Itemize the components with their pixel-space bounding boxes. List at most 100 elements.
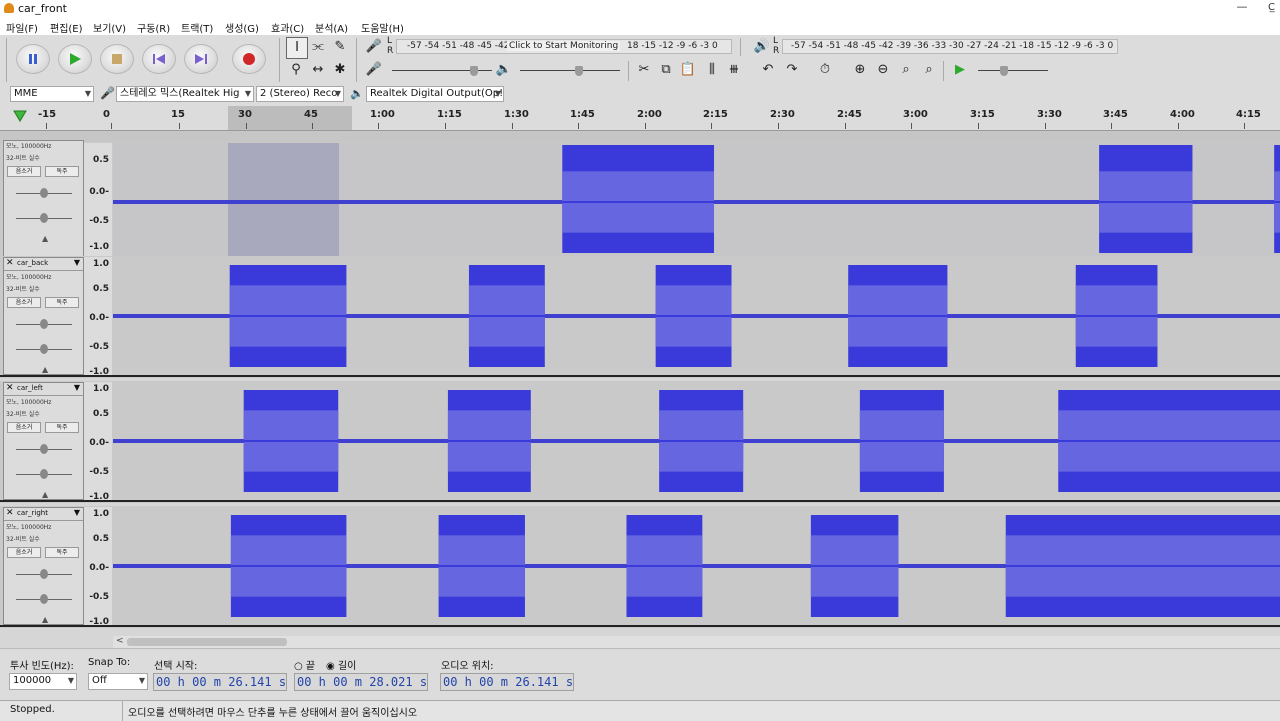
audio-host-select[interactable]: MME ▼ [10,86,94,102]
menu-edit[interactable]: 편집(E) [50,20,83,35]
track-name-button[interactable]: car_back [17,259,48,267]
vertical-scale[interactable]: 1.0 0.5 0.0- -0.5 -1.0 [84,382,112,502]
menu-effect[interactable]: 효과(C) [271,20,304,35]
waveform-area[interactable] [113,382,1280,500]
scroll-thumb[interactable] [127,638,287,646]
record-button[interactable] [232,44,266,74]
solo-button[interactable]: 독주 [45,422,79,433]
mute-button[interactable]: 음소거 [7,166,41,177]
fit-selection-button[interactable]: ⌕ [896,60,916,80]
solo-button[interactable]: 독주 [45,297,79,308]
paste-button[interactable]: 📋 [678,60,698,80]
menu-analyze[interactable]: 분석(A) [315,20,348,35]
skip-to-start-button[interactable] [142,44,176,74]
selection-length-field[interactable]: 00 h 00 m 28.021 s [294,673,428,691]
chevron-down-icon[interactable]: ▼ [74,258,80,267]
playback-meter[interactable]: -57 -54 -51 -48 -45 -42 -39 -36 -33 -30 … [782,39,1118,54]
menu-generate[interactable]: 생성(G) [225,20,259,35]
recording-channels-select[interactable]: 2 (Stereo) Reco ▼ [256,86,344,102]
multi-tool[interactable]: ✱ [330,60,350,80]
collapse-icon[interactable]: ▲ [42,490,48,499]
track-control-panel[interactable]: ✕ car_back ▼ 모노, 100000Hz 32-비트 실수 음소거 독… [3,257,84,375]
length-radio[interactable]: ◉ 길이 [326,657,356,672]
solo-button[interactable]: 독주 [45,547,79,558]
trim-button[interactable]: ⫼ [702,60,722,80]
copy-button[interactable]: ⧉ [656,60,676,80]
zoom-out-button[interactable]: ⊖ [873,60,893,80]
collapse-icon[interactable]: ▲ [42,615,48,624]
selection-tool[interactable]: I [286,37,308,59]
menu-help[interactable]: 도움말(H) [361,20,404,35]
minimize-button[interactable]: — [1234,0,1250,13]
waveform-area[interactable] [113,143,1280,261]
mute-button[interactable]: 음소거 [7,422,41,433]
cut-button[interactable]: ✂ [634,60,654,80]
scroll-left-icon[interactable]: < [116,636,124,646]
collapse-icon[interactable]: ▲ [42,365,48,374]
vertical-scale[interactable]: 1.0 0.5 0.0- -0.5 -1.0 [84,507,112,627]
pan-slider[interactable] [12,467,76,481]
pause-button[interactable] [16,44,50,74]
playback-device-select[interactable]: Realtek Digital Output(Op! ▼ [366,86,504,102]
mute-button[interactable]: 음소거 [7,547,41,558]
track-control-panel[interactable]: 모노, 100000Hz 32-비트 실수 음소거 독주 ▲ [3,140,84,258]
track-control-panel[interactable]: ✕ car_left ▼ 모노, 100000Hz 32-비트 실수 음소거 독… [3,382,84,500]
pan-slider[interactable] [12,211,76,225]
redo-button[interactable]: ↷ [782,60,802,80]
close-icon[interactable]: ✕ [6,508,14,518]
play-speed-slider[interactable] [978,65,1048,77]
play-button[interactable] [58,44,92,74]
project-rate-select[interactable]: 100000 ▼ [9,673,77,690]
draw-tool[interactable]: ✎ [330,37,350,57]
close-icon[interactable]: ✕ [6,383,14,393]
vertical-scale[interactable]: 1.0 0.5 0.0- -0.5 -1.0 [84,257,112,377]
stop-button[interactable] [100,44,134,74]
fit-project-button[interactable]: ⌕ [919,60,939,80]
track-control-panel[interactable]: ✕ car_right ▼ 모노, 100000Hz 32-비트 실수 음소거 … [3,507,84,625]
gain-slider[interactable] [12,317,76,331]
gain-slider[interactable] [12,567,76,581]
play-at-speed-button[interactable]: ▶ [950,60,970,80]
record-volume-slider[interactable] [392,65,492,77]
close-icon[interactable]: ✕ [6,258,14,268]
audio-position-field[interactable]: 00 h 00 m 26.141 s [440,673,574,691]
timeshift-tool[interactable]: ↔ [308,60,328,80]
silence-button[interactable]: ⧻ [724,60,744,80]
pan-slider[interactable] [12,592,76,606]
skip-to-end-button[interactable] [184,44,218,74]
sync-lock-button[interactable]: ⏱ [815,60,835,80]
chevron-down-icon[interactable]: ▼ [74,383,80,392]
waveform-area[interactable] [113,507,1280,625]
track-name-button[interactable]: car_right [17,509,48,517]
gain-slider[interactable] [12,442,76,456]
monitor-hint[interactable]: Click to Start Monitoring [507,41,621,51]
zoom-in-button[interactable]: ⊕ [850,60,870,80]
menu-transport[interactable]: 구동(R) [137,20,170,35]
collapse-icon[interactable]: ▲ [42,234,48,243]
play-head-icon[interactable] [13,110,27,122]
record-meter[interactable]: -57 -54 -51 -48 -45 -42 Click to Start M… [396,39,732,54]
snap-to-select[interactable]: Off ▼ [88,673,148,690]
mute-button[interactable]: 음소거 [7,297,41,308]
vertical-scale[interactable]: 0.5 0.0- -0.5 -1.0 [84,143,112,261]
record-meter-button[interactable]: 🎤 [364,37,384,57]
play-speed-knob[interactable] [999,66,1008,76]
menu-tracks[interactable]: 트랙(T) [181,20,213,35]
record-volume-knob[interactable] [470,66,479,76]
menu-file[interactable]: 파일(F) [6,20,38,35]
timeline-ruler[interactable]: -15 0 15 30 45 1:00 1:15 1:30 1:45 2:00 2:15 2:30 2:… [0,106,1280,131]
playback-volume-slider[interactable] [520,65,620,77]
recording-device-select[interactable]: 스테레오 믹스(Realtek Hig ▼ [116,86,254,102]
envelope-tool[interactable]: ⫘ [308,37,328,57]
playback-volume-knob[interactable] [575,66,584,76]
playback-meter-button[interactable]: 🔊 [752,37,772,57]
waveform-area[interactable] [113,257,1280,375]
gain-slider[interactable] [12,186,76,200]
pan-slider[interactable] [12,342,76,356]
zoom-tool[interactable]: ⚲ [286,60,306,80]
chevron-down-icon[interactable]: ▼ [74,508,80,517]
horizontal-scrollbar[interactable]: < [113,636,1280,648]
close-button[interactable]: C̲ [1268,2,1275,13]
undo-button[interactable]: ↶ [758,60,778,80]
end-radio[interactable]: ○ 끝 [294,657,315,672]
